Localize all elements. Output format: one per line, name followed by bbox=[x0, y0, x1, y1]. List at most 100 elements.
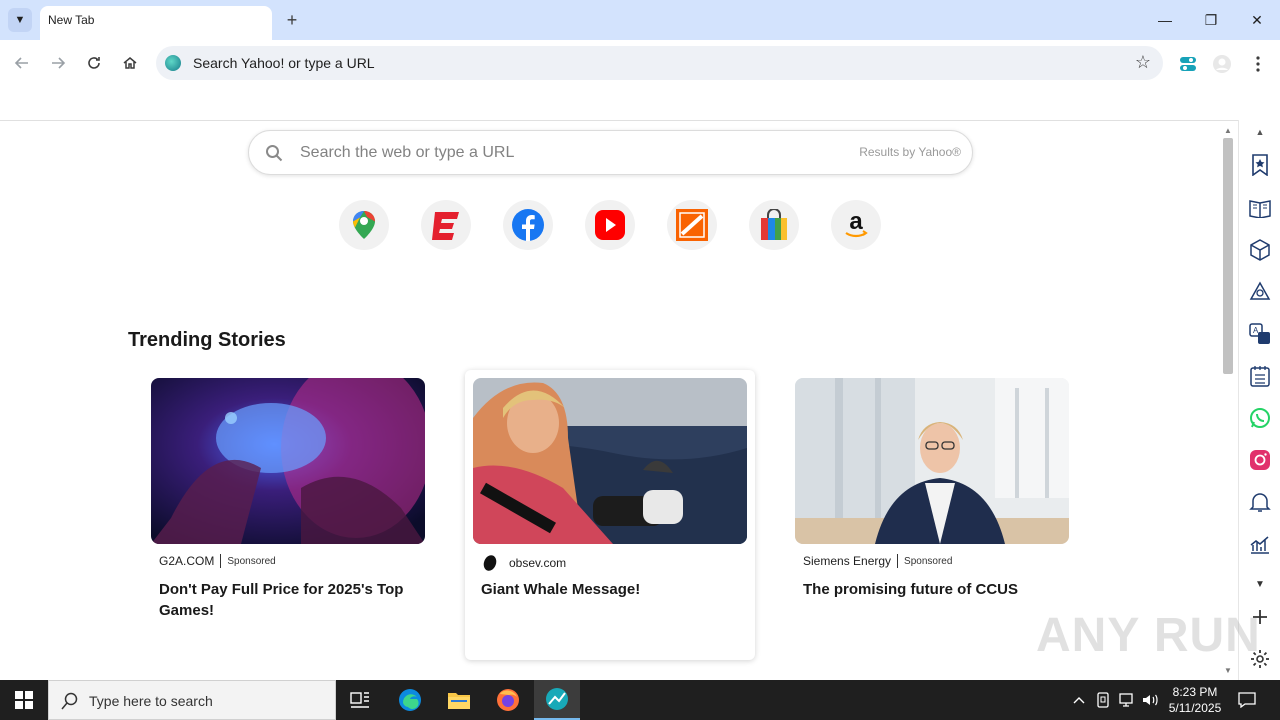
story-source: G2A.COM bbox=[159, 554, 215, 568]
content-divider bbox=[0, 120, 1238, 121]
folder-icon bbox=[448, 693, 470, 709]
package-box-icon[interactable] bbox=[1249, 239, 1271, 261]
tab-search-chevron-icon[interactable]: ▼ bbox=[8, 8, 32, 32]
obsev-logo-icon bbox=[483, 555, 497, 571]
taskbar-browser-active[interactable] bbox=[534, 680, 580, 720]
results-by-label: Results by Yahoo® bbox=[859, 145, 961, 159]
title-bar: ▼ New Tab + — ❐ ✕ bbox=[0, 0, 1280, 40]
story-headline[interactable]: The promising future of CCUS bbox=[803, 579, 1063, 600]
shortcut-facebook[interactable] bbox=[503, 200, 553, 250]
browser-app-icon bbox=[546, 688, 568, 710]
scroll-up-arrow-icon[interactable]: ▲ bbox=[1223, 126, 1233, 136]
shortcut-espn[interactable] bbox=[421, 200, 471, 250]
taskbar-file-explorer[interactable] bbox=[436, 680, 482, 720]
reading-book-icon[interactable] bbox=[1249, 197, 1271, 219]
side-panel-up-chevron-icon[interactable]: ▲ bbox=[1249, 126, 1271, 138]
translate-icon[interactable]: A bbox=[1249, 323, 1271, 345]
stock-chart-icon[interactable] bbox=[1249, 533, 1271, 555]
tab-new-tab[interactable]: New Tab bbox=[40, 6, 272, 40]
trending-stories-heading: Trending Stories bbox=[128, 329, 286, 351]
forward-button[interactable] bbox=[45, 50, 71, 76]
story-headline[interactable]: Don't Pay Full Price for 2025's Top Game… bbox=[159, 579, 419, 621]
instagram-icon[interactable] bbox=[1249, 449, 1271, 471]
clock-time: 8:23 PM bbox=[1172, 685, 1218, 699]
restore-button[interactable]: ❐ bbox=[1196, 8, 1226, 32]
search-input[interactable]: Search the web or type a URL bbox=[300, 144, 514, 162]
page-scrollbar[interactable]: ▲ ▼ bbox=[1220, 121, 1236, 680]
volume-icon[interactable] bbox=[1141, 691, 1159, 709]
shortcut-google-maps[interactable] bbox=[339, 200, 389, 250]
firefox-icon bbox=[497, 689, 519, 711]
profile-avatar-icon[interactable] bbox=[1212, 54, 1232, 74]
start-button[interactable] bbox=[0, 680, 48, 720]
minimize-button[interactable]: — bbox=[1150, 8, 1180, 32]
meta-separator bbox=[897, 554, 899, 568]
close-button[interactable]: ✕ bbox=[1242, 8, 1272, 32]
scroll-thumb[interactable] bbox=[1223, 138, 1233, 374]
story-image bbox=[151, 378, 425, 544]
task-view-icon bbox=[350, 692, 369, 708]
home-button[interactable] bbox=[117, 50, 143, 76]
scroll-down-arrow-icon[interactable]: ▼ bbox=[1223, 666, 1233, 676]
shortcut-amazon[interactable]: a bbox=[831, 200, 881, 250]
espn-logo-icon bbox=[432, 212, 459, 240]
tab-title: New Tab bbox=[48, 13, 95, 27]
new-tab-button[interactable]: + bbox=[280, 8, 304, 32]
browser-toolbar: Search Yahoo! or type a URL ☆ bbox=[0, 40, 1280, 86]
browser-menu-icon[interactable] bbox=[1248, 54, 1268, 74]
side-panel-down-chevron-icon[interactable]: ▼ bbox=[1249, 573, 1271, 595]
search-icon bbox=[61, 692, 78, 710]
shopping-bag-icon bbox=[761, 209, 787, 240]
extension-icon[interactable] bbox=[1178, 54, 1198, 74]
story-image bbox=[473, 378, 747, 544]
page-search-box[interactable]: Search the web or type a URL Results by … bbox=[248, 130, 973, 175]
story-headline[interactable]: Giant Whale Message! bbox=[481, 579, 741, 600]
story-image bbox=[795, 378, 1069, 544]
back-button[interactable] bbox=[9, 50, 35, 76]
edge-icon bbox=[399, 689, 421, 711]
shortcut-shopping[interactable] bbox=[749, 200, 799, 250]
map-pin-icon bbox=[353, 211, 375, 239]
shortcut-youtube[interactable] bbox=[585, 200, 635, 250]
address-bar[interactable]: Search Yahoo! or type a URL ☆ bbox=[156, 46, 1163, 80]
meta-separator bbox=[220, 554, 222, 568]
task-view-button[interactable] bbox=[337, 680, 383, 720]
taskbar-edge[interactable] bbox=[387, 680, 433, 720]
story-source: obsev.com bbox=[509, 556, 567, 570]
svg-text:a: a bbox=[849, 209, 863, 235]
youtube-icon bbox=[595, 210, 625, 240]
notification-center-icon[interactable] bbox=[1238, 691, 1256, 709]
search-icon bbox=[266, 145, 283, 162]
taskbar-search-box[interactable]: Type here to search bbox=[48, 680, 336, 720]
network-icon[interactable] bbox=[1117, 691, 1135, 709]
tray-device-icon[interactable] bbox=[1094, 691, 1112, 709]
bookmark-star-icon[interactable]: ☆ bbox=[1135, 52, 1151, 73]
search-engine-icon bbox=[165, 55, 181, 71]
alert-bell-icon[interactable] bbox=[1249, 491, 1271, 513]
sponsored-label: Sponsored bbox=[227, 555, 276, 567]
address-bar-text: Search Yahoo! or type a URL bbox=[193, 55, 375, 71]
facebook-icon bbox=[512, 209, 544, 241]
tray-overflow-chevron-icon[interactable] bbox=[1070, 691, 1088, 709]
svg-text:A: A bbox=[1253, 326, 1259, 335]
bookmark-star-icon[interactable] bbox=[1249, 154, 1271, 176]
amazon-icon: a bbox=[845, 209, 868, 238]
windows-logo-icon bbox=[15, 691, 33, 709]
watermark: ANY RUN bbox=[1036, 609, 1261, 662]
shortcut-home-depot[interactable] bbox=[667, 200, 717, 250]
sponsored-label: Sponsored bbox=[904, 555, 953, 567]
story-card[interactable]: obsev.com Giant Whale Message! bbox=[465, 370, 755, 660]
taskbar-firefox[interactable] bbox=[485, 680, 531, 720]
system-clock[interactable]: 8:23 PM 5/11/2025 bbox=[1160, 684, 1230, 716]
whatsapp-icon[interactable] bbox=[1249, 407, 1271, 429]
windows-taskbar: Type here to search 8:23 PM 5/11/2025 bbox=[0, 680, 1280, 720]
home-depot-icon bbox=[676, 209, 708, 241]
story-card[interactable]: Siemens Energy Sponsored The promising f… bbox=[787, 370, 1077, 660]
story-card[interactable]: G2A.COM Sponsored Don't Pay Full Price f… bbox=[143, 370, 433, 660]
taskbar-search-input[interactable]: Type here to search bbox=[89, 693, 213, 709]
travel-tag-icon[interactable] bbox=[1249, 281, 1271, 303]
reload-button[interactable] bbox=[81, 50, 107, 76]
story-source: Siemens Energy bbox=[803, 554, 892, 568]
checklist-calendar-icon[interactable] bbox=[1249, 365, 1271, 387]
clock-date: 5/11/2025 bbox=[1168, 701, 1222, 715]
